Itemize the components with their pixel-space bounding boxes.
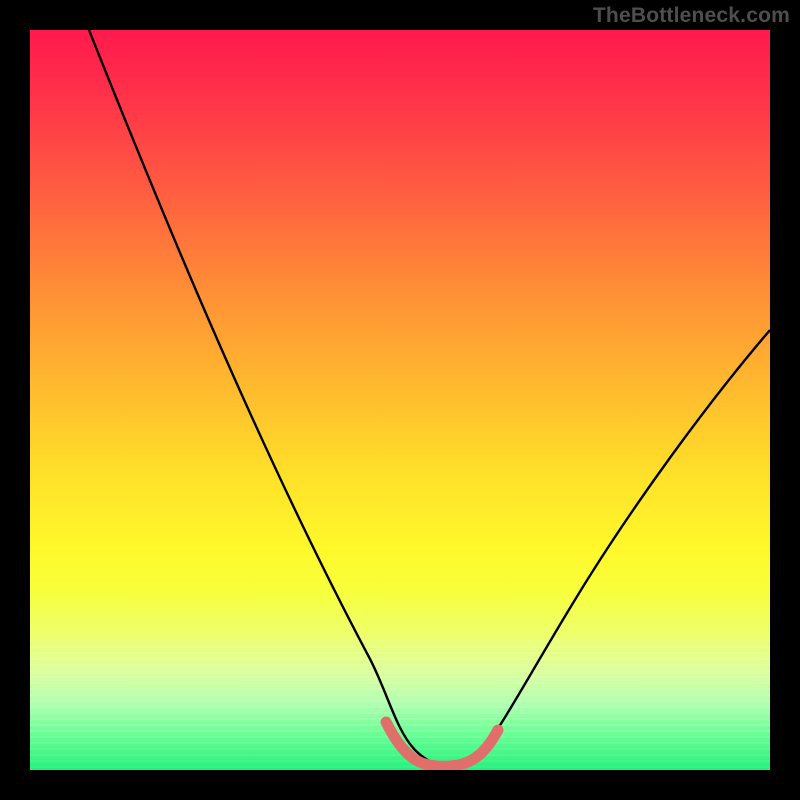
- optimal-band-highlight: [386, 722, 498, 766]
- chart-frame: TheBottleneck.com: [0, 0, 800, 800]
- curve-path: [89, 30, 770, 765]
- plot-area: [30, 30, 770, 770]
- watermark-label: TheBottleneck.com: [593, 4, 790, 28]
- bottleneck-curve: [30, 30, 770, 770]
